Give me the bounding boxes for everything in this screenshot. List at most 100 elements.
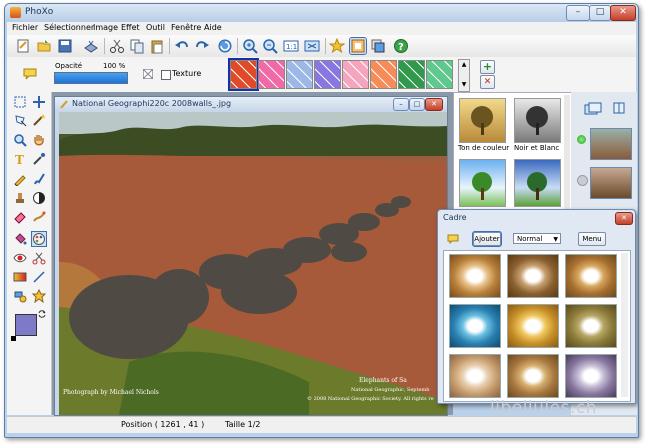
frame-option-4[interactable] xyxy=(449,304,501,348)
menu-effet[interactable]: Effet xyxy=(121,23,140,32)
hand-icon[interactable] xyxy=(32,133,46,147)
doc-close-button[interactable]: ✕ xyxy=(425,98,443,111)
red-eye-icon[interactable] xyxy=(13,251,27,265)
texture-swatch-8[interactable] xyxy=(426,60,453,89)
refresh-icon[interactable] xyxy=(217,38,233,54)
lasso-icon[interactable] xyxy=(13,113,27,127)
cadre-menu-button[interactable]: Menu xyxy=(578,232,606,246)
texture-swatch-2[interactable] xyxy=(258,60,285,89)
doc-maximize-button[interactable]: □ xyxy=(409,98,425,111)
texture-swatch-1[interactable] xyxy=(228,58,259,91)
default-colors-icon[interactable] xyxy=(11,336,16,341)
add-texture-button[interactable]: + xyxy=(480,60,495,74)
image-thumbnail-2[interactable] xyxy=(590,167,632,199)
swatch-scrollbar[interactable]: ▲ ▼ xyxy=(458,59,470,92)
texture-swatch-5[interactable] xyxy=(342,60,369,89)
menu-fichier[interactable]: Fichier xyxy=(12,23,38,32)
close-button[interactable]: ✕ xyxy=(610,5,636,21)
texture-pattern-icon[interactable] xyxy=(143,69,153,79)
texture-swatch-4[interactable] xyxy=(314,60,341,89)
cadre-close-button[interactable]: ✕ xyxy=(615,212,633,225)
eyedropper-icon[interactable] xyxy=(32,152,46,166)
zoom-tool-icon[interactable] xyxy=(13,133,27,147)
frame-option-5[interactable] xyxy=(507,304,559,348)
frame-option-8[interactable] xyxy=(507,354,559,398)
effect-thumb-2[interactable] xyxy=(459,159,506,207)
book-icon[interactable] xyxy=(613,102,625,114)
scroll-up-arrow-icon[interactable]: ▲ xyxy=(459,60,469,70)
save-icon[interactable] xyxy=(57,38,73,54)
frame-option-1[interactable] xyxy=(449,254,501,298)
texture-swatch-7[interactable] xyxy=(398,60,425,89)
move-icon[interactable] xyxy=(32,95,46,109)
minimize-button[interactable]: – xyxy=(566,5,590,21)
clone-stamp-icon[interactable] xyxy=(13,191,27,205)
menu-fenetre[interactable]: Fenêtre xyxy=(171,23,201,32)
favorite-star-icon[interactable] xyxy=(329,38,345,54)
fit-window-icon[interactable] xyxy=(304,38,320,54)
magic-wand-icon[interactable] xyxy=(32,113,46,127)
contrast-icon[interactable] xyxy=(32,191,46,205)
effect-thumb-3[interactable] xyxy=(514,159,561,207)
tool-options-bar: Opacité 100 % Texture ▲ ▼ + ✕ xyxy=(7,57,636,93)
frame-option-7[interactable] xyxy=(449,354,501,398)
gradient-icon[interactable] xyxy=(13,270,27,284)
opacity-slider[interactable] xyxy=(54,72,128,84)
menu-selectionner[interactable]: Sélectionner xyxy=(44,23,94,32)
brush-icon[interactable] xyxy=(32,172,46,186)
swap-colors-icon[interactable] xyxy=(38,310,46,318)
frame-option-3[interactable] xyxy=(565,254,617,298)
image-list-icon[interactable] xyxy=(584,102,602,116)
effects-scrollbar[interactable] xyxy=(564,95,570,210)
new-file-icon[interactable] xyxy=(15,38,31,54)
redo-icon[interactable] xyxy=(194,38,210,54)
color-palette-icon[interactable] xyxy=(31,231,47,247)
texture-swatch-3[interactable] xyxy=(286,60,313,89)
scissors-icon[interactable] xyxy=(32,251,46,265)
image-thumbnail-1[interactable] xyxy=(590,128,632,160)
open-folder-icon[interactable] xyxy=(36,38,52,54)
eraser-icon[interactable] xyxy=(13,210,27,224)
effect-thumb-noir-et-blanc[interactable] xyxy=(514,98,561,143)
undo-icon[interactable] xyxy=(174,38,190,54)
toolbar-separator xyxy=(169,38,170,54)
paint-bucket-icon[interactable] xyxy=(13,232,27,246)
scroll-down-arrow-icon[interactable]: ▼ xyxy=(459,80,469,90)
effect-thumb-ton-de-couleur[interactable] xyxy=(459,98,506,143)
zoom-in-icon[interactable] xyxy=(242,38,258,54)
cadre-mode-select[interactable]: Normal ▼ xyxy=(513,233,561,244)
cadre-add-button[interactable]: Ajouter xyxy=(472,231,502,247)
shape-tool-icon[interactable] xyxy=(13,289,27,303)
elephant-photo-canvas[interactable]: Photograph by Michael Nichols Elephants … xyxy=(59,112,447,415)
frame-option-2[interactable] xyxy=(507,254,559,298)
pencil-icon[interactable] xyxy=(13,172,27,186)
delete-texture-button[interactable]: ✕ xyxy=(480,75,495,89)
help-icon[interactable]: ? xyxy=(393,38,409,54)
menu-aide[interactable]: Aide xyxy=(204,23,222,32)
doc-minimize-button[interactable]: – xyxy=(393,98,409,111)
layers-icon[interactable] xyxy=(370,38,386,54)
cut-icon[interactable] xyxy=(109,38,125,54)
menu-outil[interactable]: Outil xyxy=(146,23,165,32)
foreground-color-swatch[interactable] xyxy=(15,314,37,336)
rect-select-icon[interactable] xyxy=(13,95,27,109)
texture-swatch-6[interactable] xyxy=(370,60,397,89)
maximize-button[interactable]: □ xyxy=(589,5,611,21)
scanner-icon[interactable] xyxy=(83,38,99,54)
paste-icon[interactable] xyxy=(149,38,165,54)
text-tool-icon[interactable]: T xyxy=(13,152,27,166)
star-shape-icon[interactable] xyxy=(32,289,46,303)
frame-option-9[interactable] xyxy=(565,354,617,398)
menu-image[interactable]: Image xyxy=(93,23,118,32)
zoom-out-icon[interactable] xyxy=(262,38,278,54)
frame-gallery-scrollbar[interactable] xyxy=(621,253,628,397)
smudge-icon[interactable] xyxy=(32,210,46,224)
frame-option-6[interactable] xyxy=(565,304,617,348)
line-tool-icon[interactable] xyxy=(32,270,46,284)
copy-icon[interactable] xyxy=(129,38,145,54)
frame-tool-icon[interactable] xyxy=(349,37,367,55)
texture-checkbox[interactable] xyxy=(161,70,171,80)
speech-bubble-icon xyxy=(23,68,37,80)
cadre-title: Cadre xyxy=(443,213,467,222)
actual-size-icon[interactable]: 1:1 xyxy=(283,38,299,54)
